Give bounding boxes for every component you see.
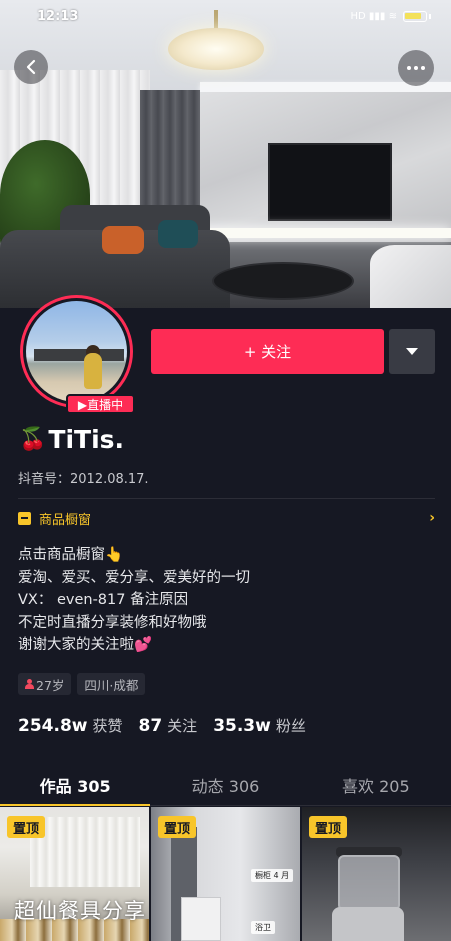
age-text: 27岁 bbox=[36, 677, 65, 693]
status-bar: 12:13 HD ▮▮▮ ≋ bbox=[0, 0, 451, 32]
shop-window-row[interactable]: 商品橱窗 › bbox=[18, 506, 435, 530]
follow-button[interactable]: + 关注 bbox=[151, 329, 384, 374]
status-time: 12:13 bbox=[37, 8, 79, 24]
pinned-badge: 置顶 bbox=[158, 816, 197, 838]
cover-pillow bbox=[102, 226, 144, 254]
location-tag: 四川·成都 bbox=[77, 673, 146, 695]
thumb-label: 浴卫 bbox=[251, 921, 275, 934]
thumb-blender-base bbox=[332, 907, 404, 941]
stat-label: 关注 bbox=[167, 717, 198, 735]
person-icon bbox=[25, 679, 34, 689]
stat-label: 获赞 bbox=[92, 717, 123, 735]
pinned-badge: 置顶 bbox=[309, 816, 348, 838]
avatar-person bbox=[84, 353, 102, 389]
status-icons: HD ▮▮▮ ≋ bbox=[350, 10, 431, 22]
nickname: 🍒 TiTis. bbox=[19, 425, 124, 454]
avatar-image bbox=[26, 301, 127, 402]
divider bbox=[18, 498, 435, 499]
live-badge[interactable]: ▶直播中 bbox=[66, 394, 135, 414]
stat-number: 87 bbox=[138, 716, 163, 736]
tab-likes[interactable]: 喜欢 205 bbox=[301, 764, 451, 805]
more-dots-icon bbox=[421, 66, 425, 70]
avatar[interactable] bbox=[20, 295, 133, 408]
stat-likes: 254.8w 获赞 bbox=[18, 715, 123, 736]
stat-following[interactable]: 87 关注 bbox=[139, 715, 198, 736]
cover-rug bbox=[370, 245, 451, 308]
cover-photo bbox=[0, 0, 451, 308]
follow-dropdown-button[interactable] bbox=[389, 329, 435, 374]
profile-stats: 254.8w 获赞 87 关注 35.3w 粉丝 bbox=[18, 715, 306, 736]
tab-works[interactable]: 作品 305 bbox=[0, 764, 151, 806]
more-button[interactable] bbox=[398, 50, 434, 86]
back-button[interactable] bbox=[14, 50, 48, 84]
thumb-label: 橱柜 4 月 bbox=[251, 869, 294, 882]
bio-line: 谢谢大家的关注啦💕 bbox=[18, 637, 153, 653]
video-thumbnail[interactable]: 置顶 超仙餐具分享 bbox=[0, 807, 149, 941]
cherry-emoji: 🍒 bbox=[19, 427, 47, 452]
video-thumbnail[interactable]: 置顶 bbox=[302, 807, 451, 941]
cover-tv bbox=[268, 143, 392, 221]
bio-line: 爱淘、爱买、爱分享、爱美好的一切 bbox=[18, 569, 250, 586]
thumb-window bbox=[30, 817, 140, 887]
cover-tv-stand bbox=[200, 228, 451, 238]
bio-line: 不定时直播分享装修和好物哦 bbox=[18, 614, 207, 631]
shop-icon bbox=[18, 511, 31, 525]
bio: 点击商品橱窗👆 爱淘、爱买、爱分享、爱美好的一切 VX： even-817 备注… bbox=[18, 544, 250, 657]
chevron-right-icon: › bbox=[429, 510, 435, 526]
douyin-id: 抖音号：2012.08.17. bbox=[18, 472, 149, 487]
nickname-text: TiTis. bbox=[48, 425, 125, 454]
chevron-left-icon bbox=[26, 59, 36, 75]
video-grid: 置顶 超仙餐具分享 橱柜 4 月 浴卫 置顶 置顶 bbox=[0, 807, 451, 941]
stat-number: 254.8w bbox=[18, 716, 88, 736]
stat-label: 粉丝 bbox=[275, 717, 306, 735]
video-caption: 超仙餐具分享 bbox=[14, 899, 146, 923]
cover-pillow bbox=[158, 220, 198, 248]
thumb-cabinet bbox=[181, 897, 221, 941]
tab-dynamics[interactable]: 动态 306 bbox=[150, 764, 300, 805]
cover-coffee-table bbox=[212, 262, 354, 300]
pinned-badge: 置顶 bbox=[7, 816, 46, 838]
cover-chandelier bbox=[168, 28, 264, 70]
shop-window-label: 商品橱窗 bbox=[39, 512, 92, 528]
age-tag: 27岁 bbox=[18, 673, 72, 695]
bio-line: VX： even-817 备注原因 bbox=[18, 592, 189, 608]
stat-followers[interactable]: 35.3w 粉丝 bbox=[213, 715, 306, 736]
video-thumbnail[interactable]: 橱柜 4 月 浴卫 置顶 bbox=[151, 807, 300, 941]
signal-icon: HD ▮▮▮ ≋ bbox=[350, 10, 397, 22]
stat-number: 35.3w bbox=[213, 716, 271, 736]
battery-cap bbox=[429, 13, 431, 19]
battery-icon bbox=[403, 10, 427, 22]
more-dots-icon bbox=[407, 66, 411, 70]
thumb-blender-jar bbox=[338, 855, 400, 911]
avatar-building bbox=[34, 349, 124, 361]
profile-tags: 27岁 四川·成都 bbox=[18, 673, 146, 695]
more-dots-icon bbox=[414, 66, 418, 70]
content-tabs: 作品 305 动态 306 喜欢 205 bbox=[0, 764, 451, 806]
bio-line: 点击商品橱窗👆 bbox=[18, 547, 124, 563]
caret-down-icon bbox=[406, 348, 418, 355]
